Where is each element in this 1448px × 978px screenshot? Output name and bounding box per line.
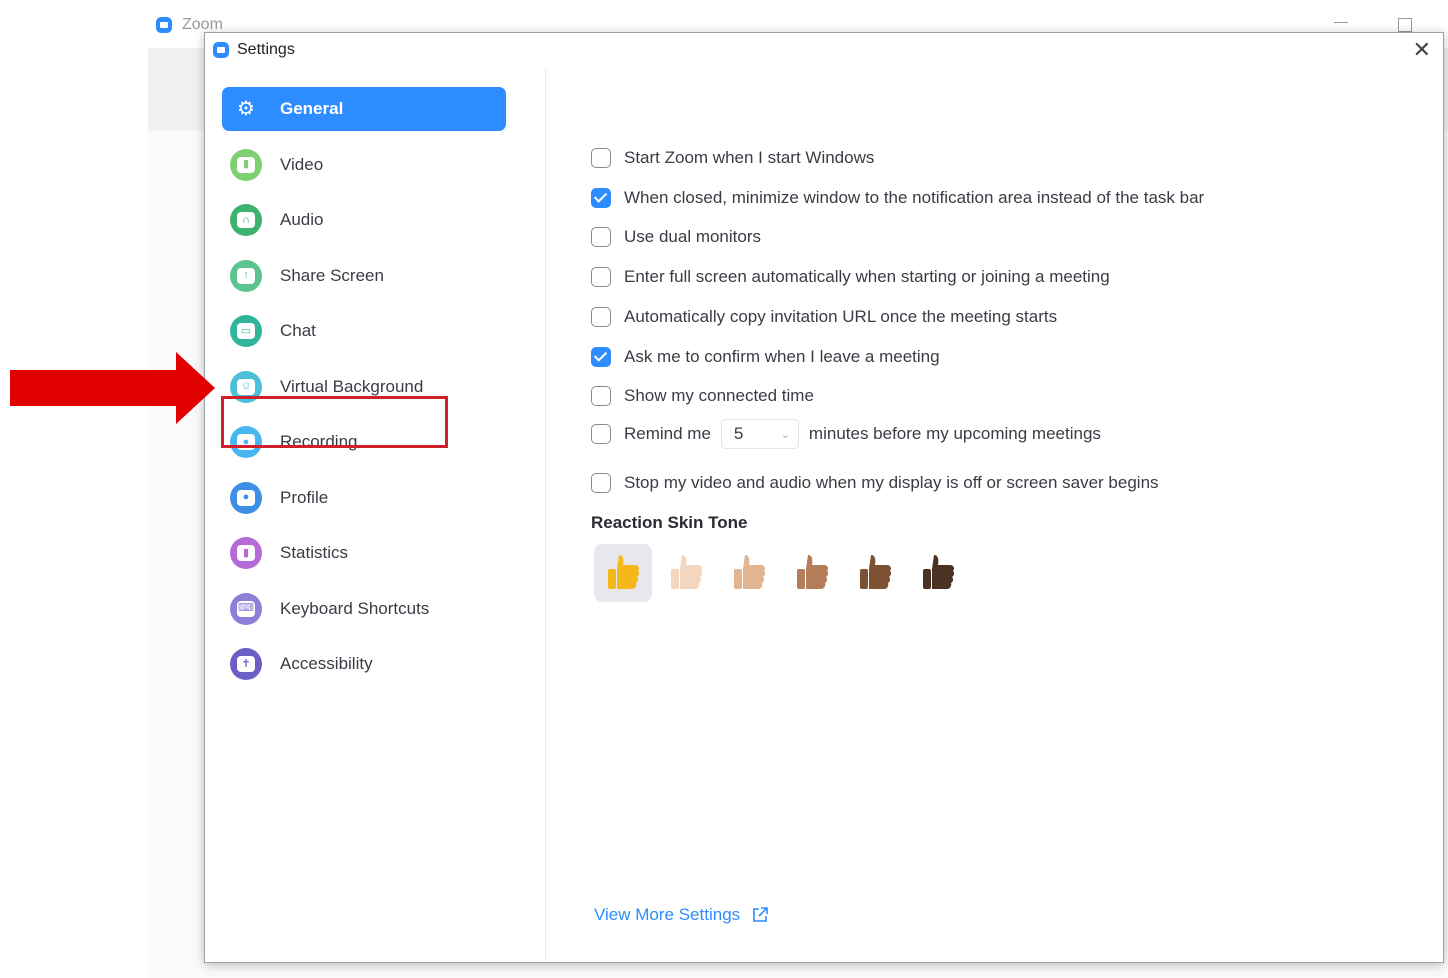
stop-video-checkbox[interactable] [591, 473, 611, 493]
chevron-down-icon: ⌄ [780, 428, 790, 441]
option-label: Enter full screen automatically when sta… [624, 267, 1110, 287]
sidebar-item-recording[interactable]: ● Recording [222, 420, 506, 464]
external-link-icon [753, 907, 768, 922]
general-option: Enter full screen automatically when sta… [591, 264, 1110, 290]
dialog-titlebar: Settings ✕ [205, 33, 1443, 69]
close-icon[interactable]: ✕ [1413, 37, 1431, 63]
headphones-icon: ∩ [230, 204, 262, 236]
sidebar-item-share-screen[interactable]: ↑ Share Screen [222, 254, 506, 298]
thumbs-up-yellow-option[interactable] [594, 544, 652, 602]
option-checkbox[interactable] [591, 187, 611, 208]
recording-icon: ● [230, 426, 262, 458]
thumbs-up-yellow-icon [608, 555, 640, 589]
sidebar-item-general[interactable]: ⚙ General [222, 87, 506, 131]
general-option: Automatically copy invitation URL once t… [591, 304, 1057, 330]
remind-me-label: Remind me [624, 424, 711, 443]
sidebar-item-keyboard-shortcuts[interactable]: ⌨ Keyboard Shortcuts [222, 587, 506, 631]
accessibility-icon: ✝ [230, 648, 262, 680]
general-option: Start Zoom when I start Windows [591, 145, 874, 171]
sidebar-item-video[interactable]: ▮ Video [222, 143, 506, 187]
sidebar-item-label: Statistics [280, 543, 349, 562]
sidebar-item-label: Virtual Background [280, 376, 424, 396]
option-label: Ask me to confirm when I leave a meeting [624, 346, 940, 366]
option-label: Automatically copy invitation URL once t… [624, 306, 1058, 326]
remind-me-option: Remind me 5 ⌄ minutes before my upcoming… [591, 419, 1101, 449]
view-more-settings-link[interactable]: View More Settings [594, 905, 768, 925]
dialog-title: Settings [237, 41, 295, 58]
sidebar-item-accessibility[interactable]: ✝ Accessibility [222, 642, 506, 686]
thumbs-up-dark-icon [923, 555, 955, 589]
option-label: Start Zoom when I start Windows [624, 148, 875, 167]
sidebar-item-label: Accessibility [280, 654, 373, 673]
maximize-icon[interactable] [1398, 18, 1412, 32]
thumbs-up-medium-icon [797, 555, 829, 589]
sidebar-item-statistics[interactable]: ▮ Statistics [222, 531, 506, 575]
thumbs-up-medium-light-option[interactable] [720, 544, 778, 602]
sidebar-item-profile[interactable]: ● Profile [222, 476, 506, 520]
remind-minutes-select[interactable]: 5 ⌄ [720, 419, 799, 449]
video-icon: ▮ [230, 148, 262, 181]
minimize-icon[interactable] [1334, 22, 1348, 23]
sidebar-item-label: Chat [280, 321, 316, 340]
chat-icon: ▭ [230, 315, 262, 347]
thumbs-up-medium-dark-option[interactable] [846, 544, 904, 602]
red-arrow-annotation [10, 352, 215, 424]
sidebar-item-label: Share Screen [280, 265, 384, 285]
profile-icon: ● [230, 481, 262, 514]
thumbs-up-medium-light-icon [734, 555, 766, 589]
option-checkbox[interactable] [591, 267, 611, 288]
sidebar-item-label: General [280, 99, 344, 118]
share-screen-icon: ↑ [230, 259, 262, 292]
option-label: Use dual monitors [624, 227, 762, 247]
settings-dialog: Settings ✕ ⚙ General ▮ Video ∩ Audio ↑ Share Sc… [204, 32, 1444, 963]
option-checkbox[interactable] [591, 346, 611, 367]
thumbs-up-medium-option[interactable] [783, 544, 841, 602]
stop-video-label: Stop my video and audio when my display … [624, 473, 1159, 492]
thumbs-up-medium-dark-icon [860, 555, 892, 589]
view-more-settings-label: View More Settings [594, 905, 741, 924]
sidebar-item-virtual-background[interactable]: ☺ Virtual Background [222, 365, 506, 409]
keyboard-icon: ⌨ [230, 592, 262, 625]
thumbs-up-dark-option[interactable] [909, 544, 967, 602]
virtual-background-icon: ☺ [230, 370, 262, 403]
general-settings-panel: Start Zoom when I start Windows When clos… [546, 69, 1443, 962]
sidebar-item-audio[interactable]: ∩ Audio [222, 198, 506, 242]
option-checkbox[interactable] [591, 386, 611, 407]
general-option: Use dual monitors [591, 224, 761, 250]
general-option: Show my connected time [591, 383, 814, 409]
zoom-logo-icon [213, 42, 229, 58]
sidebar-item-label: Audio [280, 210, 324, 229]
sidebar-item-label: Recording [280, 432, 358, 451]
remind-suffix-label: minutes before my upcoming meetings [808, 424, 1101, 443]
sidebar-item-chat[interactable]: ▭ Chat [222, 309, 506, 353]
sidebar-item-label: Keyboard Shortcuts [280, 598, 430, 618]
option-checkbox[interactable] [591, 306, 611, 327]
gear-icon: ⚙ [237, 98, 255, 120]
thumbs-up-light-option[interactable] [657, 544, 715, 602]
skin-tone-picker [594, 544, 972, 602]
option-checkbox[interactable] [591, 148, 611, 168]
settings-sidebar: ⚙ General ▮ Video ∩ Audio ↑ Share Screen ▭ Chat ☺ V… [205, 69, 546, 962]
general-option: When closed, minimize window to the noti… [591, 185, 1204, 211]
option-label: When closed, minimize window to the noti… [624, 187, 1205, 207]
sidebar-item-label: Video [280, 154, 324, 174]
option-label: Show my connected time [624, 386, 814, 406]
reaction-skin-tone-title: Reaction Skin Tone [591, 513, 748, 532]
option-checkbox[interactable] [591, 227, 611, 248]
remind-minutes-value: 5 [733, 424, 744, 443]
stop-video-option: Stop my video and audio when my display … [591, 470, 1159, 496]
remind-me-checkbox[interactable] [591, 424, 611, 444]
sidebar-item-label: Profile [280, 487, 329, 507]
statistics-icon: ▮ [230, 537, 262, 569]
general-option: Ask me to confirm when I leave a meeting [591, 344, 940, 370]
thumbs-up-light-icon [671, 555, 703, 589]
zoom-logo-icon [156, 17, 172, 33]
